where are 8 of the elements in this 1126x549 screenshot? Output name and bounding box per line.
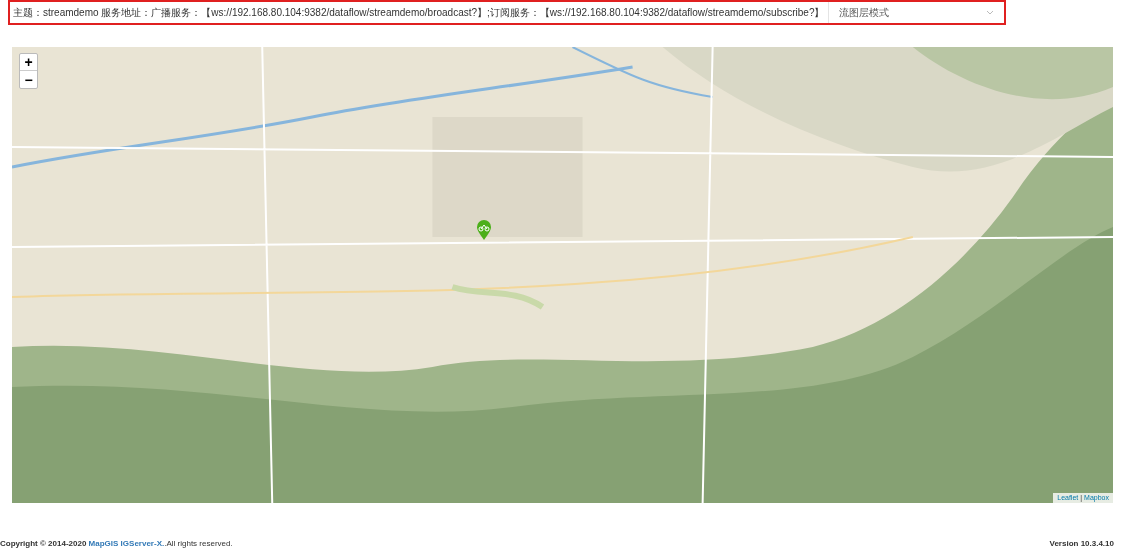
- copyright-text: Copyright © 2014-2020 MapGIS IGServer-X..All rights reserved.: [0, 538, 233, 549]
- mode-select[interactable]: 流图层模式: [828, 2, 1005, 23]
- map-marker-icon[interactable]: [476, 219, 492, 241]
- service-info: 主题：streamdemo 服务地址：广播服务：【ws://192.168.80.104:9382/dataflow/streamdemo/broadcast?】;订阅服务：【ws://192.168.80.104:9382/dataflow/streamdemo/subscribe?】: [12, 6, 826, 20]
- zoom-out-button[interactable]: −: [20, 71, 37, 88]
- chevron-down-icon: [986, 10, 995, 15]
- version-text: Version 10.3.4.10: [1049, 538, 1114, 549]
- zoom-in-button[interactable]: +: [20, 54, 37, 71]
